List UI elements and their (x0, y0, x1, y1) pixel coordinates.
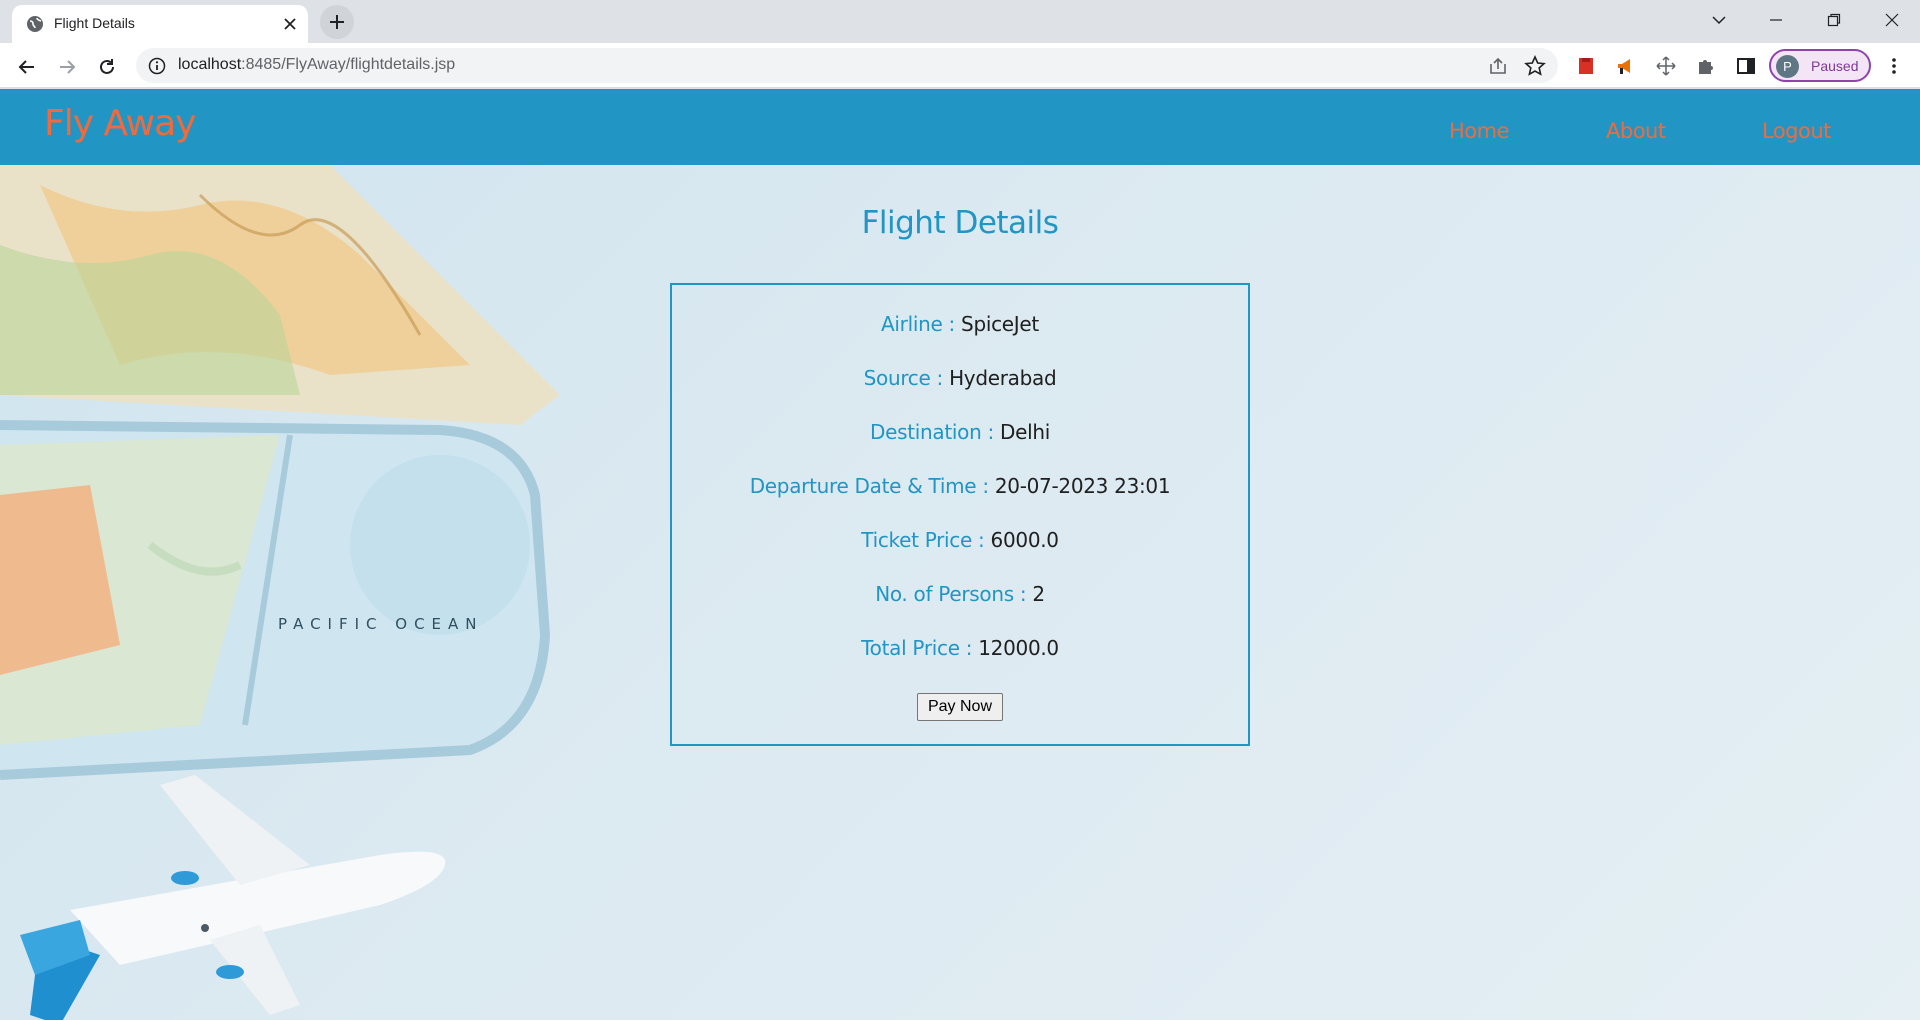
star-icon[interactable] (1524, 55, 1546, 77)
tab-strip: Flight Details (0, 0, 1920, 43)
browser-tab[interactable]: Flight Details (12, 5, 308, 43)
move-extension-icon[interactable] (1654, 54, 1678, 78)
travel-background-image: PACIFIC OCEAN (0, 165, 560, 1020)
profile-button[interactable]: P Paused (1769, 49, 1871, 82)
puzzle-icon[interactable] (1694, 54, 1718, 78)
detail-label: Total Price : (861, 636, 979, 660)
page-title: Flight Details (861, 205, 1059, 241)
new-tab-button[interactable] (320, 5, 354, 39)
reload-icon (100, 59, 114, 74)
minimize-button[interactable] (1747, 0, 1804, 40)
avatar: P (1776, 55, 1799, 78)
detail-row-persons: No. of Persons : 2 (672, 582, 1248, 606)
nav-about-link[interactable]: About (1606, 119, 1666, 143)
detail-value: 6000.0 (990, 528, 1059, 552)
flight-details-card: Airline : SpiceJet Source : Hyderabad De… (670, 283, 1250, 746)
forward-arrow-icon (60, 60, 76, 74)
detail-row-destination: Destination : Delhi (672, 420, 1248, 444)
detail-row-total-price: Total Price : 12000.0 (672, 636, 1248, 660)
detail-label: Ticket Price : (861, 528, 991, 552)
close-window-button[interactable] (1863, 0, 1920, 40)
address-bar[interactable]: localhost:8485/FlyAway/flightdetails.jsp (136, 48, 1558, 83)
restore-icon (1827, 13, 1840, 27)
chevron-down-icon (1711, 16, 1726, 25)
globe-icon (26, 15, 44, 33)
minimize-icon (1769, 19, 1782, 21)
restore-button[interactable] (1805, 0, 1862, 40)
bookmark-extension-icon[interactable] (1574, 54, 1598, 78)
megaphone-extension-icon[interactable] (1614, 54, 1638, 78)
detail-value: 2 (1032, 582, 1045, 606)
page-viewport: PACIFIC OCEAN Fly Away Home About Logout… (0, 89, 1920, 1020)
close-icon[interactable] (280, 14, 300, 34)
detail-value: 20-07-2023 23:01 (994, 474, 1171, 498)
profile-status: Paused (1811, 58, 1859, 74)
brand-logo[interactable]: Fly Away (44, 103, 196, 144)
detail-value: SpiceJet (961, 312, 1039, 336)
close-icon (1885, 13, 1898, 27)
nav-home-link[interactable]: Home (1449, 119, 1510, 143)
info-icon[interactable] (148, 57, 166, 75)
detail-row-ticket-price: Ticket Price : 6000.0 (672, 528, 1248, 552)
detail-value: Hyderabad (949, 366, 1057, 390)
detail-value: 12000.0 (978, 636, 1059, 660)
forward-button[interactable] (50, 50, 84, 84)
share-icon[interactable] (1488, 56, 1508, 76)
detail-label: Departure Date & Time : (749, 474, 995, 498)
detail-label: No. of Persons : (875, 582, 1033, 606)
pay-now-button[interactable]: Pay Now (917, 693, 1003, 721)
site-header: Fly Away Home About Logout (0, 89, 1920, 165)
tab-search-button[interactable] (1690, 0, 1747, 40)
back-arrow-icon (18, 60, 34, 74)
detail-row-source: Source : Hyderabad (672, 366, 1248, 390)
detail-label: Source : (863, 366, 950, 390)
detail-row-airline: Airline : SpiceJet (672, 312, 1248, 336)
url-text: localhost:8485/FlyAway/flightdetails.jsp (178, 56, 456, 73)
plus-icon (330, 15, 344, 29)
side-panel-icon[interactable] (1734, 54, 1758, 78)
back-button[interactable] (10, 50, 44, 84)
tab-title: Flight Details (54, 15, 135, 31)
reload-button[interactable] (90, 50, 124, 84)
browser-toolbar: localhost:8485/FlyAway/flightdetails.jsp… (0, 43, 1920, 88)
kebab-menu-icon[interactable] (1882, 54, 1906, 78)
detail-label: Destination : (869, 420, 1001, 444)
detail-value: Delhi (1000, 420, 1051, 444)
detail-row-departure: Departure Date & Time : 20-07-2023 23:01 (672, 474, 1248, 498)
detail-label: Airline : (881, 312, 962, 336)
nav-logout-link[interactable]: Logout (1762, 119, 1831, 143)
map-label: PACIFIC OCEAN (278, 615, 484, 633)
